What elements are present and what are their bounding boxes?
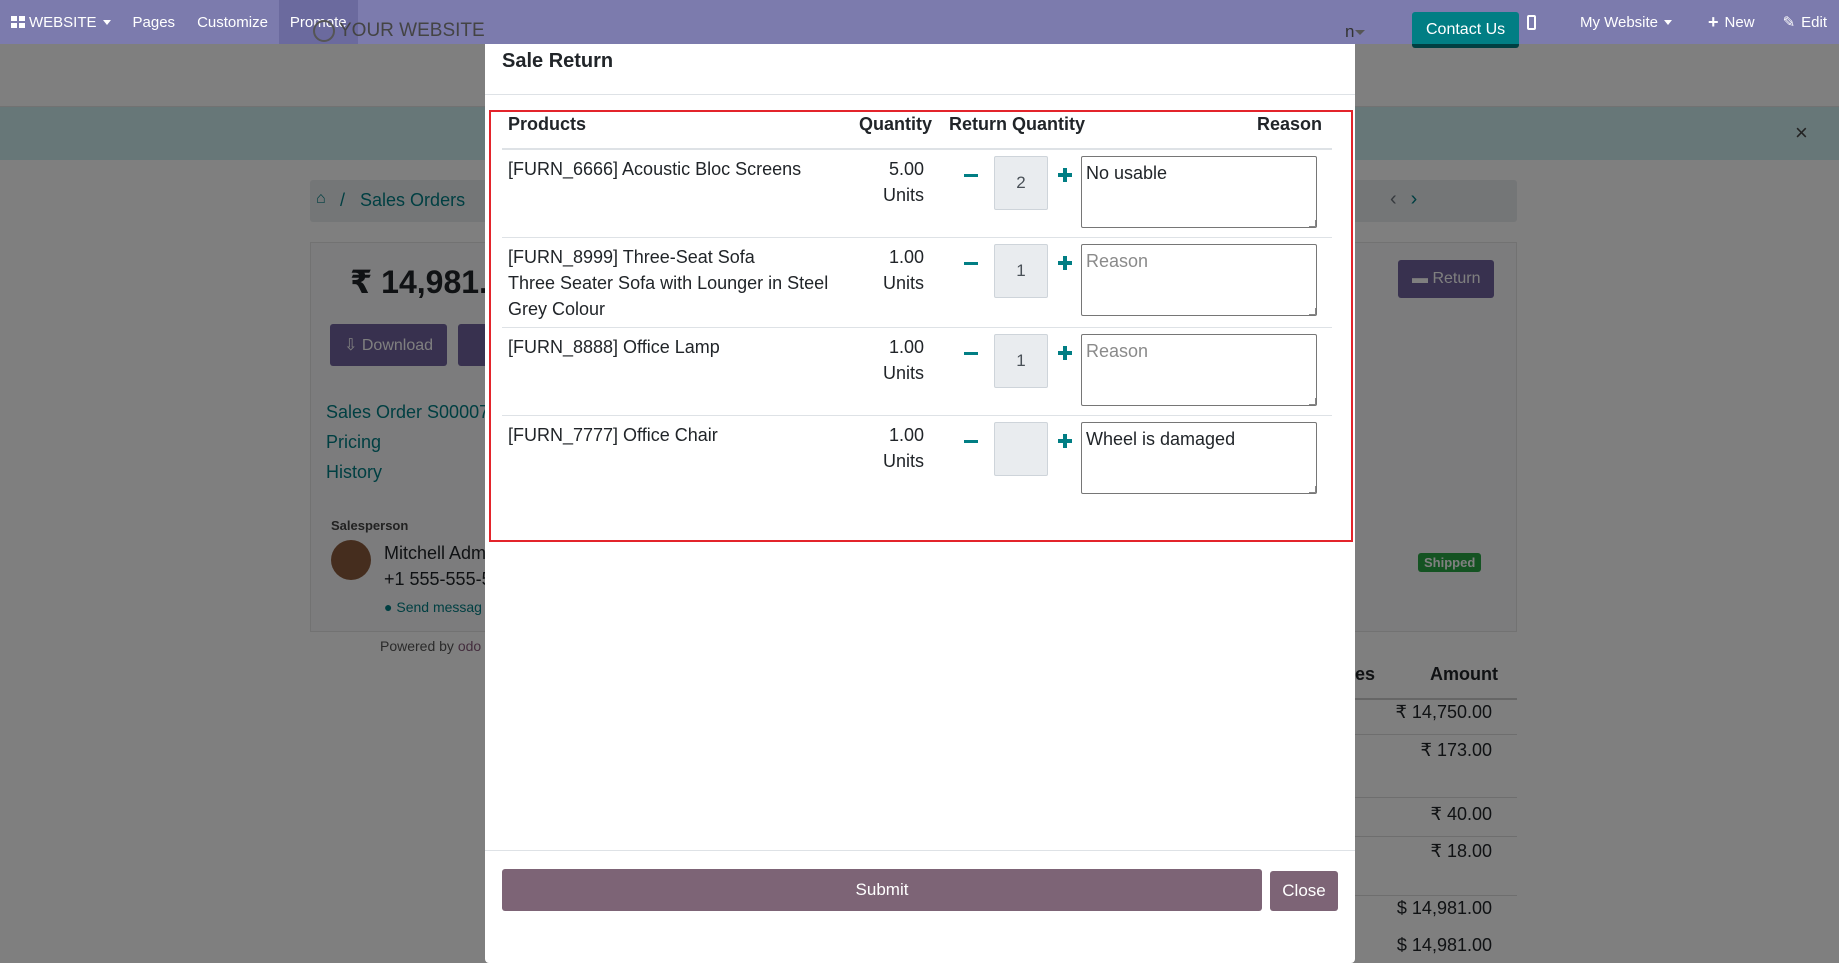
return-quantity-input[interactable]: 2 <box>994 156 1048 210</box>
new-label: New <box>1724 13 1755 31</box>
apps-grid-icon <box>11 16 25 28</box>
product-name: [FURN_8999] Three-Seat Sofa Three Seater… <box>508 247 829 319</box>
pencil-icon: ✎ <box>1782 14 1796 31</box>
site-logo-text: YOUR WEBSITE <box>339 20 485 41</box>
dialog-title: Sale Return <box>502 50 614 72</box>
close-button[interactable]: Close <box>1270 871 1338 911</box>
quantity-uom: Units <box>882 273 924 293</box>
quantity-value: 1.00 <box>888 247 924 267</box>
my-website-label: My Website <box>1579 13 1659 31</box>
sale-return-dialog: Sale Return Products Quantity Return Qua… <box>485 44 1355 963</box>
column-header-return-quantity: Return Quantity <box>949 114 1086 134</box>
increase-quantity-button[interactable] <box>1058 168 1072 182</box>
website-admin-bar: WEBSITE Pages Customize Promote My Websi… <box>0 0 1839 44</box>
column-header-products: Products <box>508 114 587 134</box>
site-menu-item-fragment[interactable]: n <box>1345 22 1354 42</box>
quantity-value: 1.00 <box>888 337 924 357</box>
quantity-uom: Units <box>882 363 924 383</box>
column-header-quantity: Quantity <box>859 114 933 134</box>
globe-icon <box>313 20 335 42</box>
product-name: [FURN_6666] Acoustic Bloc Screens <box>508 159 802 179</box>
ordered-quantity: 1.00 Units <box>883 422 924 474</box>
reason-textarea[interactable] <box>1081 244 1317 316</box>
table-row: [FURN_8888] Office Lamp 1.00 Units 1 <box>502 328 1332 416</box>
increase-quantity-button[interactable] <box>1058 434 1072 448</box>
my-website-dropdown[interactable]: My Website <box>1560 0 1692 44</box>
quantity-uom: Units <box>882 451 924 471</box>
decrease-quantity-button[interactable] <box>964 352 978 355</box>
pages-menu[interactable]: Pages <box>122 0 187 44</box>
submit-button[interactable]: Submit <box>502 869 1262 911</box>
decrease-quantity-button[interactable] <box>964 440 978 443</box>
return-quantity-input[interactable]: 1 <box>994 334 1048 388</box>
decrease-quantity-button[interactable] <box>964 174 978 177</box>
column-header-reason: Reason <box>1256 114 1322 134</box>
increase-quantity-button[interactable] <box>1058 256 1072 270</box>
contact-us-button[interactable]: Contact Us <box>1412 12 1520 48</box>
edit-label: Edit <box>1801 13 1827 31</box>
caret-down-icon <box>1664 19 1673 25</box>
reason-textarea[interactable] <box>1081 334 1317 406</box>
table-row: [FURN_7777] Office Chair 1.00 Units Whee… <box>502 416 1332 502</box>
footer-divider <box>485 850 1355 851</box>
product-name: [FURN_8888] Office Lamp <box>508 337 720 357</box>
return-quantity-input[interactable]: 1 <box>994 244 1048 298</box>
new-button[interactable]: + New <box>1692 0 1771 44</box>
table-row: [FURN_6666] Acoustic Bloc Screens 5.00 U… <box>502 150 1332 238</box>
website-menu[interactable]: WEBSITE <box>0 0 122 44</box>
increase-quantity-button[interactable] <box>1058 346 1072 360</box>
mobile-phone-icon <box>1526 14 1536 30</box>
ordered-quantity: 1.00 Units <box>883 244 924 296</box>
reason-textarea[interactable]: Wheel is damaged <box>1081 422 1317 494</box>
website-menu-label: WEBSITE <box>29 13 97 31</box>
quantity-value: 1.00 <box>888 425 924 445</box>
site-logo[interactable]: YOUR WEBSITE <box>313 20 485 42</box>
table-row: [FURN_8999] Three-Seat Sofa Three Seater… <box>502 238 1332 328</box>
header-divider <box>485 94 1355 95</box>
quantity-uom: Units <box>882 185 924 205</box>
return-quantity-input[interactable] <box>994 422 1048 476</box>
plus-icon: + <box>1708 11 1719 32</box>
decrease-quantity-button[interactable] <box>964 262 978 265</box>
product-name: [FURN_7777] Office Chair <box>508 425 718 445</box>
ordered-quantity: 5.00 Units <box>883 156 924 208</box>
reason-textarea[interactable]: No usable <box>1081 156 1317 228</box>
quantity-value: 5.00 <box>888 159 924 179</box>
caret-down-icon <box>102 19 111 25</box>
edit-button[interactable]: ✎ Edit <box>1771 0 1839 44</box>
ordered-quantity: 1.00 Units <box>883 334 924 386</box>
customize-menu[interactable]: Customize <box>186 0 279 44</box>
caret-down-icon <box>1355 30 1365 35</box>
